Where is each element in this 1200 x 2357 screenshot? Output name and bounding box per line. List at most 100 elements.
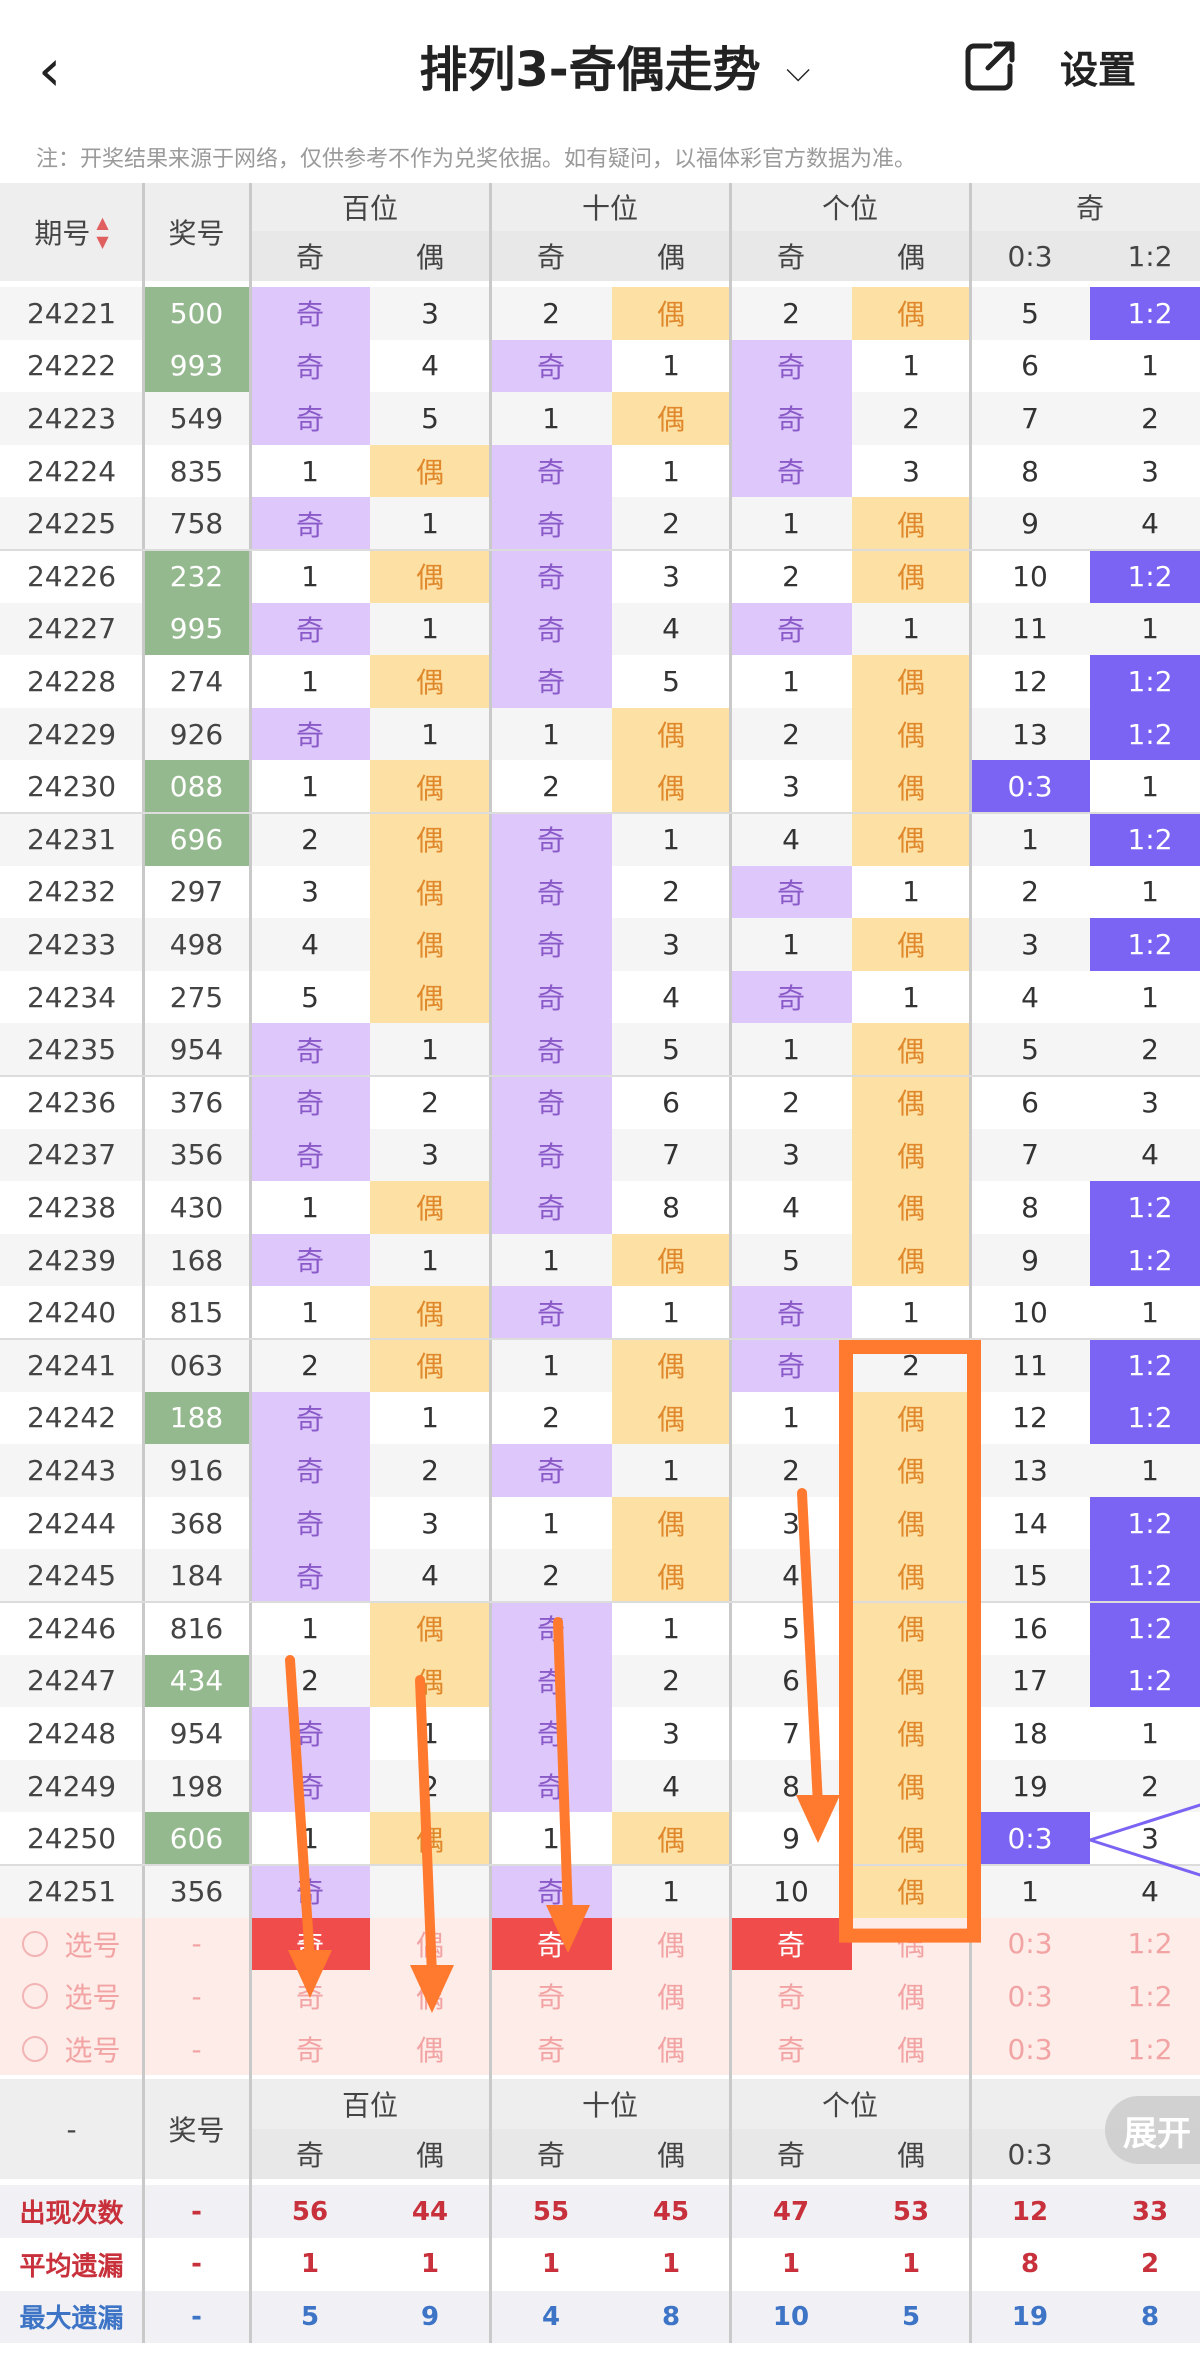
trend-cell: 奇 bbox=[250, 1549, 370, 1602]
trend-cell: 5 bbox=[250, 970, 370, 1024]
trend-cell: 2 bbox=[490, 760, 612, 813]
pick-option[interactable]: 偶 bbox=[370, 2022, 490, 2076]
pick-option[interactable]: 0:3 bbox=[970, 2022, 1090, 2076]
award-cell: 954 bbox=[143, 1707, 250, 1760]
pick-option[interactable]: 偶 bbox=[612, 1917, 730, 1971]
pick-option[interactable]: 奇 bbox=[490, 1970, 612, 2023]
trend-cell: 1 bbox=[250, 1602, 370, 1655]
pick-option[interactable]: 偶 bbox=[370, 1970, 490, 2023]
award-cell: 356 bbox=[143, 1865, 250, 1918]
pick-option[interactable]: 奇 bbox=[730, 1970, 852, 2023]
column-group-header: 个位 bbox=[730, 183, 970, 231]
trend-cell: 奇 bbox=[490, 550, 612, 603]
trend-cell: 1 bbox=[370, 602, 490, 656]
pick-option[interactable]: 1:2 bbox=[1090, 1917, 1200, 1971]
footer-subheader: 偶 bbox=[852, 2129, 970, 2180]
period-cell: 24236 bbox=[0, 1076, 143, 1129]
trend-cell: 1 bbox=[852, 1286, 970, 1339]
sort-icon[interactable]: ▲ ▼ bbox=[96, 213, 108, 251]
trend-cell: 偶 bbox=[370, 550, 490, 603]
pick-row-label[interactable]: 选号 bbox=[0, 1970, 143, 2023]
pick-option[interactable]: 奇 bbox=[730, 1917, 852, 1971]
pick-option[interactable]: 1:2 bbox=[1090, 2022, 1200, 2076]
pick-option[interactable]: 0:3 bbox=[970, 1970, 1090, 2023]
pick-row-label[interactable]: 选号 bbox=[0, 2022, 143, 2076]
trend-cell: 17 bbox=[970, 1654, 1090, 1708]
stat-value: 44 bbox=[370, 2185, 490, 2238]
period-cell: 24241 bbox=[0, 1339, 143, 1392]
pick-option[interactable]: 奇 bbox=[490, 2022, 612, 2076]
trend-cell: 6 bbox=[970, 1076, 1090, 1129]
trend-cell: 2 bbox=[490, 287, 612, 340]
chevron-down-icon[interactable]: ⌵ bbox=[786, 40, 826, 100]
trend-cell: 偶 bbox=[852, 1549, 970, 1602]
settings-button[interactable]: 设置 bbox=[1060, 40, 1180, 100]
pick-option[interactable]: 奇 bbox=[250, 1970, 370, 2023]
stat-value: 53 bbox=[852, 2185, 970, 2238]
period-cell: 24232 bbox=[0, 865, 143, 919]
pick-option[interactable]: 0:3 bbox=[970, 1917, 1090, 1971]
trend-cell: 2 bbox=[490, 1549, 612, 1602]
radio-circle-icon[interactable] bbox=[22, 1983, 49, 2010]
trend-cell: 偶 bbox=[612, 1812, 730, 1865]
trend-cell: 2 bbox=[730, 287, 852, 340]
period-cell: 24227 bbox=[0, 602, 143, 656]
pick-option[interactable]: 奇 bbox=[250, 2022, 370, 2076]
column-group-header: 奇 bbox=[970, 183, 1200, 231]
trend-cell: 2 bbox=[1090, 392, 1200, 445]
period-cell: 24248 bbox=[0, 1707, 143, 1760]
period-cell: 24234 bbox=[0, 970, 143, 1024]
radio-circle-icon[interactable] bbox=[22, 2036, 49, 2063]
trend-cell: 2 bbox=[852, 1339, 970, 1392]
page-title[interactable]: 排列3-奇偶走势 bbox=[380, 35, 800, 105]
trend-cell: 1:2 bbox=[1090, 1496, 1200, 1550]
trend-cell: 4 bbox=[970, 970, 1090, 1024]
row-group-divider bbox=[0, 1075, 1200, 1077]
stat-value: 1 bbox=[852, 2238, 970, 2291]
pick-option[interactable]: 偶 bbox=[852, 1917, 970, 1971]
pick-option[interactable]: 奇 bbox=[250, 1917, 370, 1971]
trend-cell: 奇 bbox=[250, 1865, 370, 1918]
expand-button[interactable]: 展开 bbox=[1105, 2096, 1200, 2164]
pick-option[interactable]: 偶 bbox=[612, 2022, 730, 2076]
pick-option[interactable]: 偶 bbox=[612, 1970, 730, 2023]
chevron-left-icon[interactable]: ‹ bbox=[38, 38, 88, 102]
trend-cell: 8 bbox=[612, 1181, 730, 1234]
trend-cell: 1 bbox=[970, 813, 1090, 866]
award-cell: 198 bbox=[143, 1759, 250, 1813]
row-group-divider bbox=[0, 1601, 1200, 1603]
radio-circle-icon[interactable] bbox=[22, 1930, 49, 1957]
trend-cell: 2 bbox=[1090, 1023, 1200, 1076]
award-cell: 835 bbox=[143, 444, 250, 498]
pick-option[interactable]: 偶 bbox=[852, 1970, 970, 2023]
pick-row-label[interactable]: 选号 bbox=[0, 1917, 143, 1971]
award-cell: 368 bbox=[143, 1496, 250, 1550]
trend-cell: 奇 bbox=[250, 392, 370, 445]
trend-cell: 1 bbox=[250, 444, 370, 498]
trend-cell: 1 bbox=[852, 339, 970, 393]
column-header-period: 期号 ▲ ▼ bbox=[0, 183, 143, 281]
trend-cell: 奇 bbox=[490, 970, 612, 1024]
trend-cell: 1 bbox=[612, 1286, 730, 1339]
trend-cell: 奇 bbox=[250, 1759, 370, 1813]
trend-cell: 2 bbox=[1090, 1759, 1200, 1813]
trend-cell: 1 bbox=[250, 1181, 370, 1234]
trend-cell: 3 bbox=[370, 1128, 490, 1182]
period-cell: 24233 bbox=[0, 918, 143, 971]
pick-option[interactable]: 奇 bbox=[490, 1917, 612, 1971]
pick-option[interactable]: 偶 bbox=[852, 2022, 970, 2076]
trend-cell: 3 bbox=[1090, 1812, 1200, 1865]
pick-option[interactable]: 偶 bbox=[370, 1917, 490, 1971]
pick-option[interactable]: 1:2 bbox=[1090, 1970, 1200, 2023]
pick-option[interactable]: 奇 bbox=[730, 2022, 852, 2076]
trend-cell: 5 bbox=[730, 1233, 852, 1287]
trend-cell: 奇 bbox=[490, 918, 612, 971]
share-external-icon[interactable] bbox=[960, 36, 1020, 100]
trend-cell: 偶 bbox=[852, 1602, 970, 1655]
trend-cell: 2 bbox=[250, 813, 370, 866]
trend-cell: 偶 bbox=[370, 1654, 490, 1708]
period-cell: 24222 bbox=[0, 339, 143, 393]
trend-cell: 1 bbox=[1090, 970, 1200, 1024]
award-cell: 498 bbox=[143, 918, 250, 971]
trend-cell: 4 bbox=[370, 1549, 490, 1602]
